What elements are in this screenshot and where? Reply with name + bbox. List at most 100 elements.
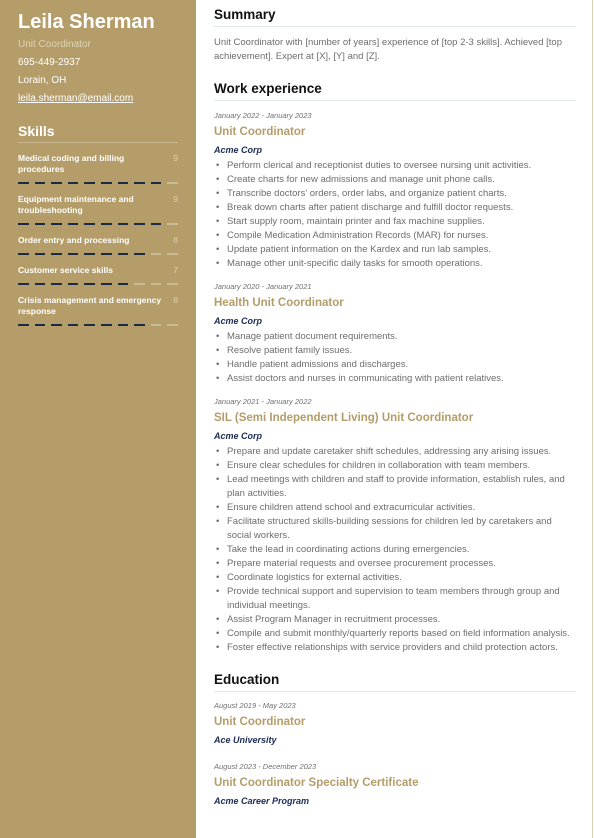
job-bullet: Compile Medication Administration Record…: [214, 229, 576, 243]
summary-text: Unit Coordinator with [number of years] …: [214, 37, 562, 62]
skill-dash-filled: [51, 324, 62, 326]
skill-dash-filled: [134, 253, 145, 255]
skill-dash-filled: [18, 182, 29, 184]
job-bullet: Perform clerical and receptionist duties…: [214, 159, 576, 173]
skill-dash-filled: [67, 324, 79, 326]
skill-dash-filled: [117, 253, 129, 255]
skill-dash-filled: [150, 223, 162, 225]
skill-dash-filled: [67, 253, 79, 255]
skill-dash-filled: [100, 253, 112, 255]
job-bullets: Prepare and update caretaker shift sched…: [214, 445, 576, 655]
skill-dash-filled: [150, 182, 162, 184]
job-company: Acme Corp: [214, 316, 263, 326]
skill-dash-filled: [51, 182, 62, 184]
skill-name: Order entry and processing: [18, 235, 130, 245]
skill-name: Equipment maintenance and troubleshootin…: [18, 194, 134, 215]
job-bullet: Lead meetings with children and staff to…: [214, 473, 576, 501]
skill-score: 7: [173, 265, 178, 275]
skill-dash-filled: [34, 324, 46, 326]
job-bullets: Manage patient document requirements.Res…: [214, 330, 576, 386]
location: Lorain, OH: [18, 75, 67, 86]
skill-dash-filled: [84, 283, 95, 285]
skill-score: 8: [173, 235, 178, 245]
job-title: Health Unit Coordinator: [214, 297, 344, 309]
job-entry: January 2022 - January 2023 Unit Coordin…: [214, 111, 576, 271]
job-bullet: Coordinate logistics for external activi…: [214, 571, 576, 585]
skill-dash-filled: [84, 182, 95, 184]
candidate-title: Unit Coordinator: [18, 39, 91, 50]
education-entry: August 2019 - May 2023 Unit Coordinator …: [214, 701, 576, 746]
skill-dash-filled: [117, 324, 129, 326]
skill-score: 9: [173, 153, 178, 163]
skill-item: Order entry and processing 8: [18, 235, 178, 255]
job-bullet: Handle patient admissions and discharges…: [214, 358, 576, 372]
job-bullet: Resolve patient family issues.: [214, 344, 576, 358]
skill-dash-filled: [117, 182, 129, 184]
skill-dash-filled: [34, 253, 46, 255]
job-bullet: Provide technical support and supervisio…: [214, 585, 576, 613]
skill-dash-filled: [84, 253, 95, 255]
job-bullet: Transcribe doctors' orders, order labs, …: [214, 187, 576, 201]
job-bullet: Ensure children attend school and extrac…: [214, 501, 576, 515]
skill-dash-filled: [100, 324, 112, 326]
skill-dash-filled: [134, 182, 145, 184]
education-school: Acme Career Program: [214, 796, 310, 806]
skill-item: Crisis management and emergency response…: [18, 295, 178, 326]
email-link[interactable]: leila.sherman@email.com: [18, 93, 133, 104]
skill-dash-empty: [167, 324, 178, 326]
job-bullet: Manage other unit-specific daily tasks f…: [214, 257, 576, 271]
skill-level-bar: [18, 223, 178, 225]
skill-dash-filled: [134, 324, 145, 326]
skill-dash-filled: [100, 223, 112, 225]
job-bullet: Take the lead in coordinating actions du…: [214, 543, 576, 557]
job-bullets: Perform clerical and receptionist duties…: [214, 159, 576, 271]
skill-dash-empty: [167, 283, 178, 285]
experience-section: Work experience January 2022 - January 2…: [214, 81, 576, 655]
job-bullet: Assist doctors and nurses in communicati…: [214, 372, 576, 386]
job-bullet: Start supply room, maintain printer and …: [214, 215, 576, 229]
candidate-name: Leila Sherman: [18, 11, 155, 33]
job-bullet: Compile and submit monthly/quarterly rep…: [214, 627, 576, 641]
phone: 695-449-2937: [18, 57, 81, 68]
job-bullet: Facilitate structured skills-building se…: [214, 515, 576, 543]
skill-dash-filled: [51, 253, 62, 255]
skill-dash-empty: [134, 283, 145, 285]
skill-dash-filled: [18, 223, 29, 225]
job-dates: January 2021 - January 2022: [214, 397, 312, 406]
skill-dash-filled: [18, 283, 29, 285]
education-dates: August 2023 - December 2023: [214, 762, 317, 771]
skill-item: Equipment maintenance and troubleshootin…: [18, 194, 178, 225]
job-bullet: Break down charts after patient discharg…: [214, 201, 576, 215]
job-company: Acme Corp: [214, 431, 263, 441]
job-entry: January 2020 - January 2021 Health Unit …: [214, 282, 576, 386]
job-bullet: Foster effective relationships with serv…: [214, 641, 576, 655]
education-degree: Unit Coordinator: [214, 716, 306, 728]
job-company: Acme Corp: [214, 145, 263, 155]
job-bullet: Ensure clear schedules for children in c…: [214, 459, 576, 473]
job-title: Unit Coordinator: [214, 126, 306, 138]
skill-dash-empty: [167, 253, 178, 255]
summary-section: Summary Unit Coordinator with [number of…: [214, 7, 576, 64]
skill-dash-filled: [67, 283, 79, 285]
education-dates: August 2019 - May 2023: [214, 701, 296, 710]
summary-heading: Summary: [214, 7, 576, 27]
skill-level-bar: [18, 253, 178, 255]
skill-level-bar: [18, 283, 178, 285]
skill-dash-empty: [150, 324, 162, 326]
job-entry: January 2021 - January 2022 SIL (Semi In…: [214, 397, 576, 655]
skill-dash-filled: [34, 283, 46, 285]
job-title: SIL (Semi Independent Living) Unit Coord…: [214, 412, 474, 424]
skill-dash-filled: [117, 283, 129, 285]
skill-level-bar: [18, 324, 178, 326]
skill-name: Crisis management and emergency response: [18, 295, 162, 316]
skills-list: Medical coding and billing procedures 9 …: [18, 153, 178, 326]
skill-dash-filled: [100, 182, 112, 184]
education-section: Education August 2019 - May 2023 Unit Co…: [214, 672, 576, 807]
education-school: Ace University: [214, 735, 277, 745]
skill-dash-filled: [84, 324, 95, 326]
job-bullet: Prepare material requests and oversee pr…: [214, 557, 576, 571]
job-bullet: Update patient information on the Kardex…: [214, 243, 576, 257]
job-bullet: Manage patient document requirements.: [214, 330, 576, 344]
education-entry: August 2023 - December 2023 Unit Coordin…: [214, 762, 576, 807]
job-bullet: Create charts for new admissions and man…: [214, 173, 576, 187]
